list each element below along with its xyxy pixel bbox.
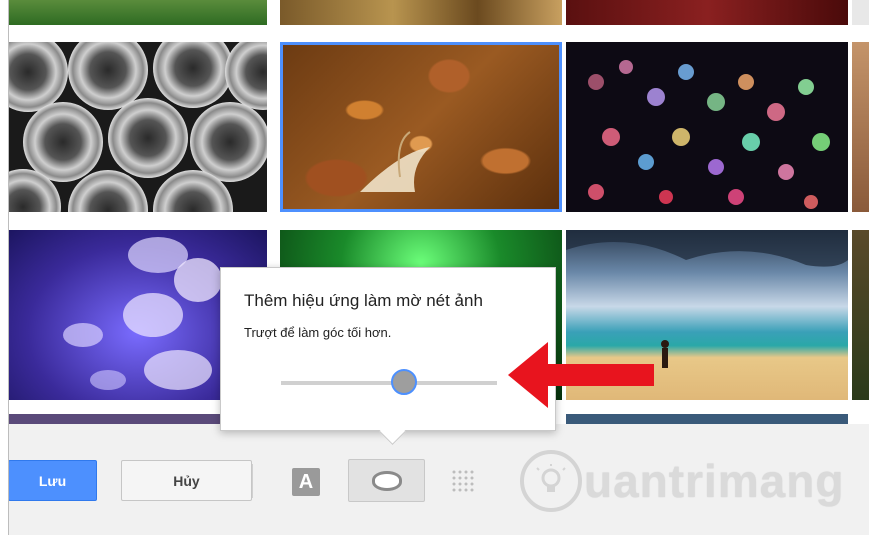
photo-pipes[interactable]: [8, 42, 267, 212]
photo-bokeh[interactable]: [566, 42, 848, 212]
left-border: [8, 0, 9, 535]
photo-edge-top[interactable]: [852, 0, 869, 25]
vignette-popup: Thêm hiệu ứng làm mờ nét ảnh Trượt để là…: [220, 267, 556, 431]
vignette-icon: [371, 470, 402, 491]
watermark-logo-icon: [520, 450, 582, 512]
toolbar-divider: [252, 464, 253, 498]
photo-wood[interactable]: [280, 0, 562, 25]
popup-title: Thêm hiệu ứng làm mờ nét ảnh: [244, 291, 483, 310]
bokeh-graphic: [588, 60, 830, 209]
leaf-graphic: [360, 131, 430, 192]
photo-grass[interactable]: [8, 0, 267, 25]
photo-edge-mid[interactable]: [852, 42, 869, 212]
cancel-button[interactable]: Hủy: [121, 460, 252, 501]
photo-editor: Lưu Hủy A uantrimang Thêm hiệu ứng làm m…: [8, 0, 869, 535]
blur-grid-icon[interactable]: [450, 468, 478, 496]
vignette-slider-handle[interactable]: [391, 369, 418, 395]
photo-edge-low[interactable]: [852, 230, 869, 400]
watermark-text: uantrimang: [584, 455, 845, 507]
save-button[interactable]: Lưu: [8, 460, 97, 501]
photo-row4-right[interactable]: [566, 414, 848, 424]
vignette-button[interactable]: [348, 459, 425, 502]
photo-leaves-selected[interactable]: [280, 42, 562, 212]
vignette-slider-track[interactable]: [281, 381, 497, 385]
text-style-icon[interactable]: A: [292, 468, 320, 496]
pointer-arrow-icon: [508, 342, 654, 408]
watermark: uantrimang: [520, 446, 844, 516]
bottom-toolbar: Lưu Hủy A uantrimang: [8, 424, 869, 535]
photo-red[interactable]: [566, 0, 848, 25]
pipes-graphic: [8, 42, 267, 212]
popup-subtitle: Trượt để làm góc tối hơn.: [244, 325, 392, 340]
